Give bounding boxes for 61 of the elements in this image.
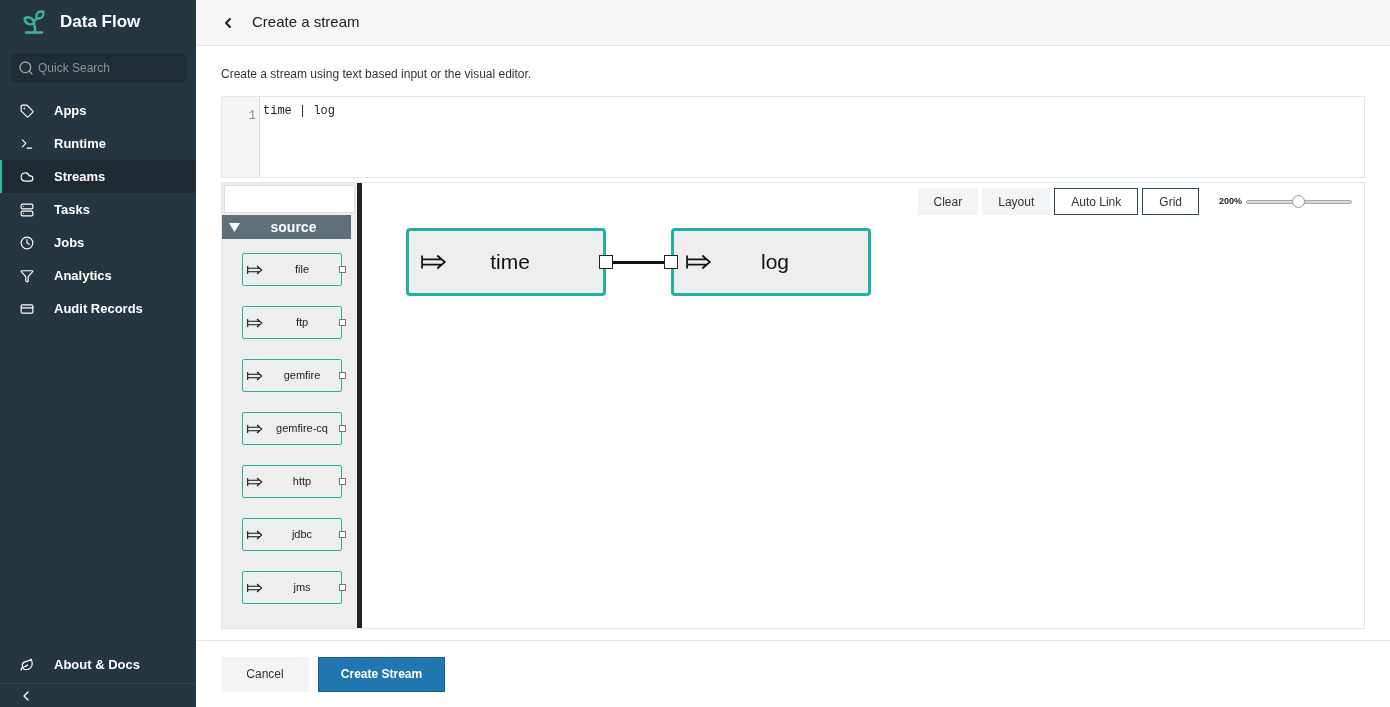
- intro-text: Create a stream using text based input or the visual editor.: [221, 66, 533, 81]
- search-field[interactable]: Quick Search: [10, 54, 186, 82]
- palette-module[interactable]: http: [242, 465, 342, 498]
- leaf-icon: [20, 658, 34, 672]
- port-icon: [339, 531, 346, 538]
- nav-icon: [20, 235, 34, 250]
- nav-item[interactable]: Runtime: [0, 127, 196, 160]
- nav-item[interactable]: Streams: [0, 160, 196, 193]
- nav-icon: [20, 169, 34, 184]
- nav-item[interactable]: Audit Records: [0, 292, 196, 325]
- palette-module[interactable]: jdbc: [242, 518, 342, 551]
- port-icon: [339, 266, 346, 273]
- palette-module[interactable]: gemfire-cq: [242, 412, 342, 445]
- port-icon: [339, 372, 346, 379]
- palette-module[interactable]: gemfire: [242, 359, 342, 392]
- cancel-button[interactable]: Cancel: [221, 656, 309, 692]
- palette-module[interactable]: file: [242, 253, 342, 286]
- nav-icon: [20, 301, 34, 316]
- bar-arrow-icon: [247, 370, 263, 381]
- bar-arrow-icon: [247, 264, 263, 275]
- port-icon: [339, 319, 346, 326]
- port-icon: [339, 478, 346, 485]
- bar-arrow-icon: [247, 317, 263, 328]
- nav-item[interactable]: Jobs: [0, 226, 196, 259]
- line-number: 1: [248, 109, 256, 123]
- bar-arrow-icon: [247, 529, 263, 540]
- nav-icon: [20, 268, 34, 283]
- bar-arrow-icon: [247, 582, 263, 593]
- port-icon: [339, 584, 346, 591]
- toolbar-button[interactable]: Layout: [982, 188, 1051, 215]
- bar-arrow-icon: [247, 476, 263, 487]
- nav-item[interactable]: Apps: [0, 94, 196, 127]
- palette-module[interactable]: ftp: [242, 306, 342, 339]
- create-stream-button[interactable]: Create Stream: [318, 656, 445, 692]
- search-icon: [18, 60, 34, 76]
- port-icon: [599, 255, 613, 269]
- toolbar-button[interactable]: Grid: [1142, 188, 1199, 215]
- toolbar-button[interactable]: Clear: [917, 188, 979, 215]
- caret-icon: [228, 221, 240, 233]
- nav-item[interactable]: Tasks: [0, 193, 196, 226]
- nav-item[interactable]: Analytics: [0, 259, 196, 292]
- code-line: time | log: [262, 103, 335, 120]
- nav-icon: [20, 103, 34, 118]
- app-title: Data Flow: [60, 11, 141, 34]
- stream-node[interactable]: log: [671, 228, 871, 296]
- palette-group-header[interactable]: source: [222, 215, 351, 239]
- toolbar-button[interactable]: Auto Link: [1054, 188, 1139, 215]
- bar-arrow-icon: [247, 423, 263, 434]
- code-editor[interactable]: 1 time | log: [221, 96, 1365, 178]
- bar-arrow-icon: [686, 254, 712, 270]
- nav-item[interactable]: About & Docs: [0, 647, 196, 683]
- zoom-slider[interactable]: [1246, 194, 1352, 209]
- page-title: Create a stream: [252, 12, 360, 33]
- stream-node[interactable]: time: [406, 228, 606, 296]
- bar-arrow-icon: [421, 254, 447, 270]
- nav-icon: [20, 136, 34, 151]
- zoom-reading: 200%: [1218, 194, 1242, 208]
- port-icon: [339, 425, 346, 432]
- palette-module[interactable]: jms: [242, 571, 342, 604]
- port-icon: [664, 255, 678, 269]
- nav-icon: [20, 202, 34, 217]
